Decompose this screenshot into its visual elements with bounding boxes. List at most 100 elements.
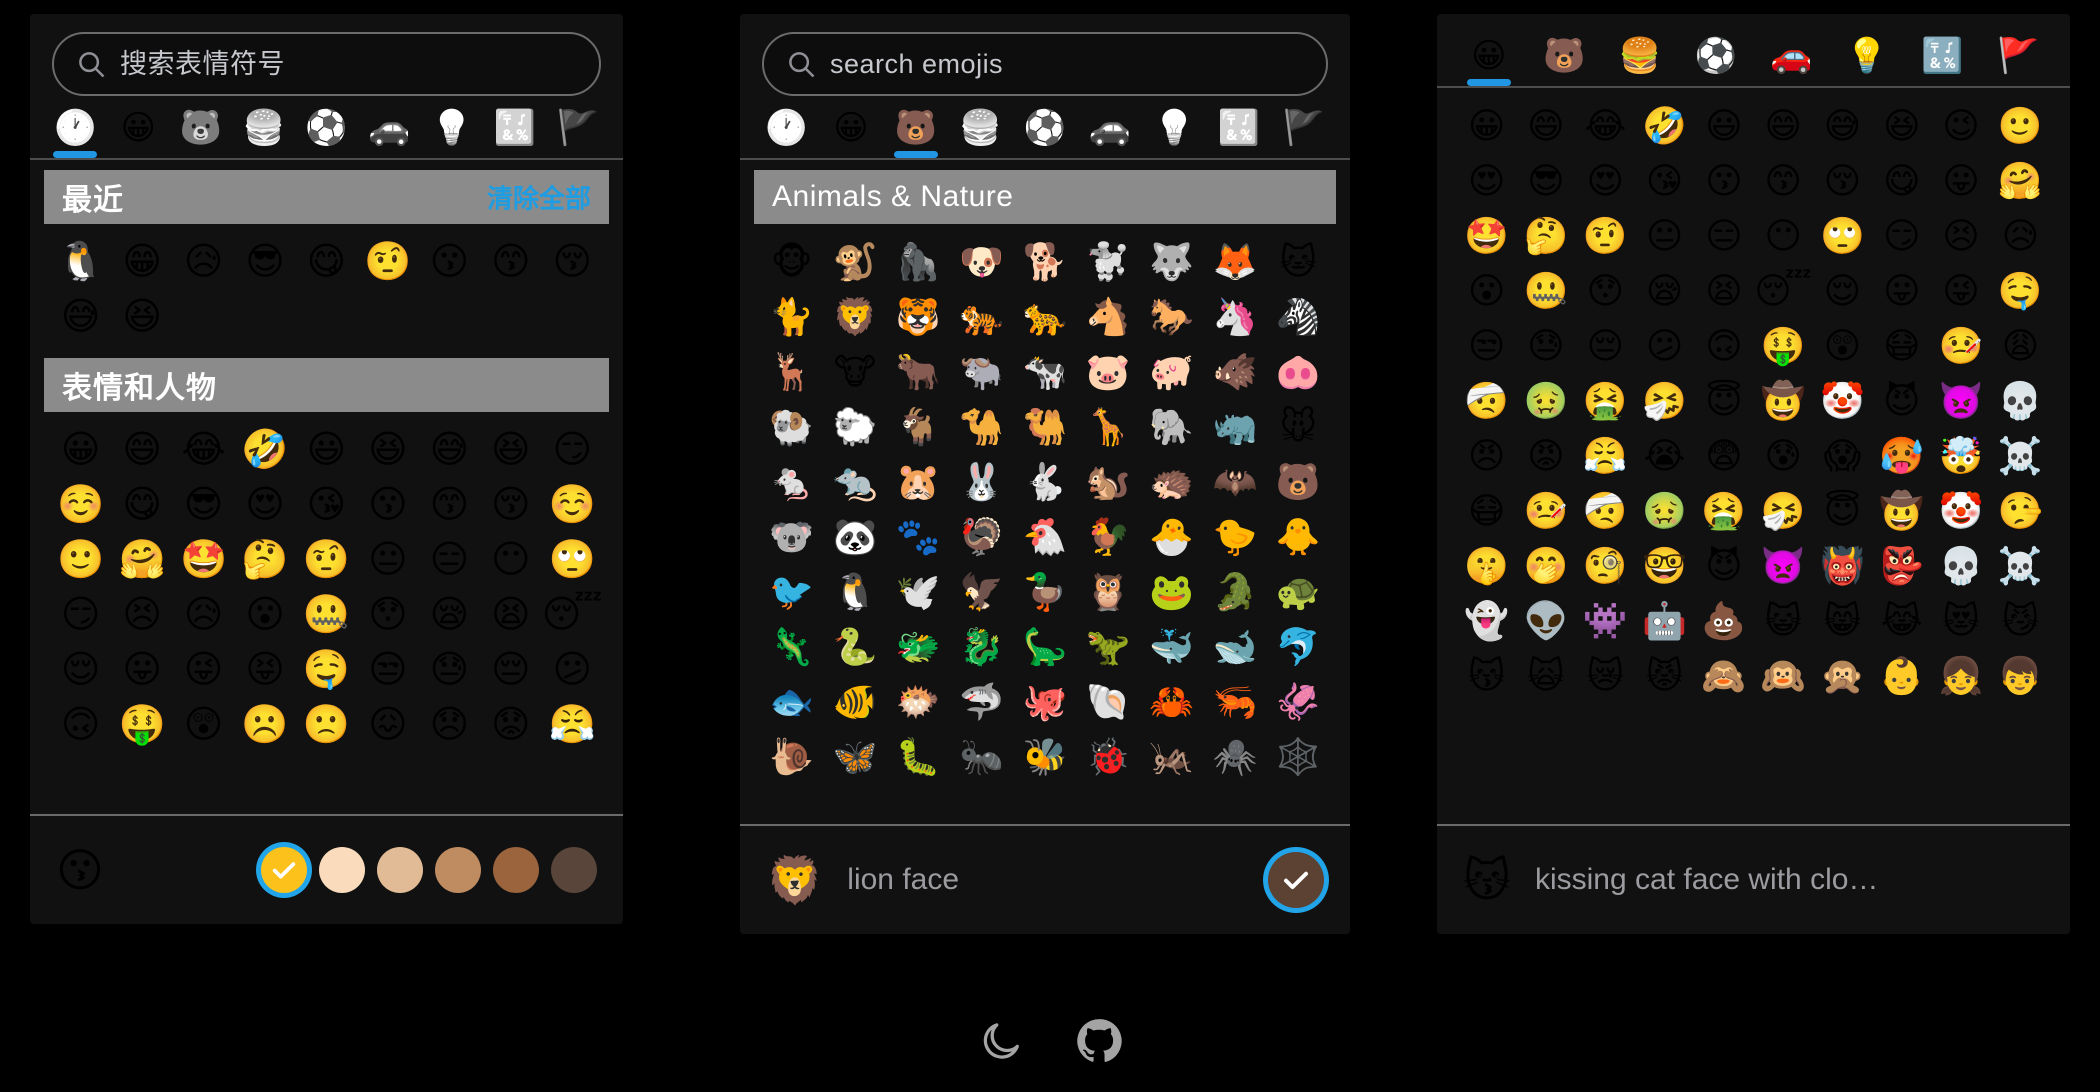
emoji-cell[interactable]: 😀: [50, 422, 111, 477]
emoji-cell[interactable]: 😒: [1457, 318, 1516, 373]
emoji-cell[interactable]: 😋: [111, 477, 172, 532]
emoji-cell[interactable]: 😔: [480, 642, 541, 697]
emoji-cell[interactable]: 🐃: [950, 344, 1013, 399]
tab-travel[interactable]: 🚗: [1754, 36, 1830, 86]
emoji-cell[interactable]: 😕: [542, 642, 603, 697]
emoji-cell[interactable]: 🐢: [1267, 564, 1330, 619]
emoji-cell[interactable]: 😏: [50, 587, 111, 642]
emoji-cell[interactable]: 🤗: [1991, 153, 2050, 208]
emoji-cell[interactable]: 🤐: [1516, 263, 1575, 318]
emoji-cell[interactable]: 🤕: [1576, 483, 1635, 538]
emoji-cell[interactable]: 🐒: [823, 234, 886, 289]
emoji-cell[interactable]: 🐺: [1140, 234, 1203, 289]
emoji-cell[interactable]: 😇: [1694, 373, 1753, 428]
emoji-cell[interactable]: 🦈: [950, 674, 1013, 729]
tab-recent[interactable]: 🕐: [754, 108, 819, 158]
emoji-cell[interactable]: 😺: [1753, 593, 1812, 648]
emoji-cell[interactable]: 🤤: [296, 642, 357, 697]
emoji-cell[interactable]: 🤖: [1635, 593, 1694, 648]
search-box[interactable]: [762, 32, 1328, 96]
emoji-cell[interactable]: 🐁: [760, 454, 823, 509]
emoji-cell[interactable]: 😝: [234, 642, 295, 697]
emoji-cell[interactable]: 🐝: [1013, 729, 1076, 784]
emoji-cell[interactable]: 🐎: [1140, 289, 1203, 344]
emoji-cell[interactable]: 😛: [1931, 153, 1990, 208]
emoji-cell[interactable]: 🐿️: [1077, 454, 1140, 509]
emoji-cell[interactable]: 🐋: [1203, 619, 1266, 674]
emoji-scroll-area[interactable]: 😀 😄 😂 🤣 😃 😄 😅 😆 😉 🙂 😍 😎 😍 😘 😗 😙 😚 😋 😛 🤗 🤩 🤔 🤨 😐 😑 😶 🙄 😏 😣 😥 😮 🤐 😯 😪 😫 😴 😌 😛 😜 🤤…: [1437, 88, 2070, 848]
emoji-cell[interactable]: 😽: [1457, 648, 1516, 703]
emoji-cell[interactable]: 🐂: [887, 344, 950, 399]
emoji-cell[interactable]: 😆: [480, 422, 541, 477]
emoji-cell[interactable]: 😏: [542, 422, 603, 477]
emoji-cell[interactable]: 😮: [234, 587, 295, 642]
emoji-cell[interactable]: ☹️: [234, 697, 295, 752]
tab-flags[interactable]: 🚩: [1271, 108, 1336, 158]
emoji-cell[interactable]: 😏: [1872, 208, 1931, 263]
tab-flags[interactable]: 🚩: [1980, 36, 2056, 86]
emoji-cell[interactable]: 🕸️: [1267, 729, 1330, 784]
tab-activity[interactable]: ⚽: [295, 108, 358, 158]
emoji-cell[interactable]: 🐽: [1267, 344, 1330, 399]
emoji-cell[interactable]: 🐛: [887, 729, 950, 784]
tab-smileys[interactable]: 😀: [1451, 36, 1527, 86]
emoji-cell[interactable]: 🐙: [1013, 674, 1076, 729]
emoji-cell[interactable]: 😌: [1813, 263, 1872, 318]
emoji-cell[interactable]: 😯: [1576, 263, 1635, 318]
emoji-cell[interactable]: 😁: [111, 234, 172, 289]
emoji-cell[interactable]: 🤮: [1576, 373, 1635, 428]
emoji-cell[interactable]: 🐓: [1077, 509, 1140, 564]
emoji-cell[interactable]: 🐫: [1013, 399, 1076, 454]
skin-tone-light[interactable]: [319, 847, 365, 893]
emoji-cell[interactable]: 🦃: [950, 509, 1013, 564]
emoji-cell[interactable]: 🤣: [234, 422, 295, 477]
skin-tone-dark[interactable]: [551, 847, 597, 893]
emoji-cell[interactable]: 🐄: [1013, 344, 1076, 399]
emoji-cell[interactable]: 🙊: [1813, 648, 1872, 703]
emoji-cell[interactable]: 🤓: [1635, 538, 1694, 593]
emoji-cell[interactable]: 🤨: [296, 532, 357, 587]
emoji-cell[interactable]: 🐯: [887, 289, 950, 344]
emoji-cell[interactable]: 😭: [1635, 428, 1694, 483]
emoji-cell[interactable]: 😥: [1991, 208, 2050, 263]
emoji-cell[interactable]: 👺: [1872, 538, 1931, 593]
emoji-cell[interactable]: 🙉: [1753, 648, 1812, 703]
emoji-cell[interactable]: 😚: [480, 477, 541, 532]
emoji-cell[interactable]: 🙄: [542, 532, 603, 587]
emoji-cell[interactable]: 😇: [1813, 483, 1872, 538]
emoji-cell[interactable]: 🐔: [1013, 509, 1076, 564]
emoji-cell[interactable]: 😜: [173, 642, 234, 697]
emoji-cell[interactable]: 😟: [480, 697, 541, 752]
emoji-cell[interactable]: 🤣: [1635, 98, 1694, 153]
emoji-cell[interactable]: 🐣: [1140, 509, 1203, 564]
tab-food[interactable]: 🍔: [948, 108, 1013, 158]
tab-objects[interactable]: 💡: [421, 108, 484, 158]
emoji-cell[interactable]: 😠: [1457, 428, 1516, 483]
tab-animals[interactable]: 🐻: [1527, 36, 1603, 86]
emoji-cell[interactable]: 👿: [1753, 538, 1812, 593]
search-input[interactable]: [120, 48, 577, 80]
emoji-cell[interactable]: 🐧: [50, 234, 111, 289]
emoji-cell[interactable]: 🤮: [1694, 483, 1753, 538]
emoji-cell[interactable]: 😐: [1635, 208, 1694, 263]
emoji-cell[interactable]: 🐀: [823, 454, 886, 509]
emoji-cell[interactable]: 🙃: [50, 697, 111, 752]
emoji-cell[interactable]: 🦏: [1203, 399, 1266, 454]
tab-smileys[interactable]: 😀: [819, 108, 884, 158]
emoji-cell[interactable]: 👧: [1931, 648, 1990, 703]
emoji-cell[interactable]: 🕊️: [887, 564, 950, 619]
emoji-cell[interactable]: 👶: [1872, 648, 1931, 703]
clear-all-button[interactable]: 清除全部: [487, 179, 591, 216]
emoji-cell[interactable]: 😅: [419, 422, 480, 477]
emoji-cell[interactable]: 🐨: [760, 509, 823, 564]
emoji-cell[interactable]: 🤤: [1991, 263, 2050, 318]
skin-tone-default[interactable]: [261, 847, 307, 893]
emoji-cell[interactable]: 😕: [1635, 318, 1694, 373]
emoji-cell[interactable]: ☠️: [1991, 538, 2050, 593]
emoji-cell[interactable]: 😛: [1872, 263, 1931, 318]
search-input[interactable]: [830, 48, 1304, 80]
emoji-cell[interactable]: 🐶: [950, 234, 1013, 289]
emoji-cell[interactable]: 😖: [357, 697, 418, 752]
emoji-cell[interactable]: 🐻: [1267, 454, 1330, 509]
emoji-cell[interactable]: 🤔: [234, 532, 295, 587]
